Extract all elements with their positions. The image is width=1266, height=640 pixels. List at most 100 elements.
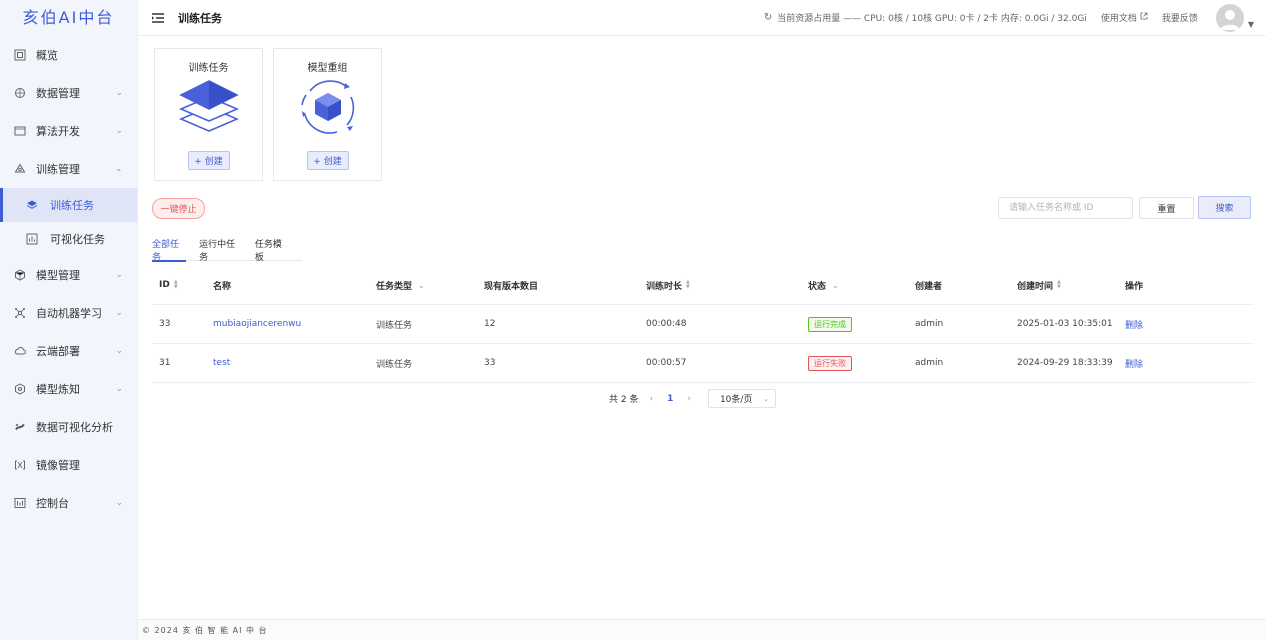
task-name-link[interactable]: mubiaojiancerenwu [206, 319, 369, 329]
docs-link[interactable]: 使用文档 [1101, 11, 1148, 24]
app-logo[interactable]: 亥伯AI中台 [0, 0, 137, 36]
chevron-up-icon: ⌄ [115, 166, 123, 176]
sidebar-subitem-visualization-tasks[interactable]: 可视化任务 [0, 222, 137, 256]
sidebar-item-label: 控制台 [36, 497, 69, 510]
avatar[interactable] [1215, 3, 1244, 32]
sidebar-item-label: 算法开发 [36, 125, 80, 138]
card-model-reorganize: 模型重组 + 创建 [273, 48, 382, 181]
table-header: ID ▲ ▼ 名称 任务类型 ⌄ 现有版本数目 训练时长 ▲ ▼ 状态 ⌄ 创建者 创建时间… [152, 266, 1254, 305]
tab-running-tasks[interactable]: 运行中任务 [199, 238, 242, 263]
card-title: 模型重组 [307, 63, 348, 74]
column-header-versions: 现有版本数目 [484, 281, 539, 292]
search-button[interactable]: 搜索 [1198, 196, 1251, 219]
sidebar-item-label: 模型管理 [36, 269, 80, 282]
sidebar-item-image-management[interactable]: 镜像管理 [0, 446, 137, 484]
page-size-select[interactable]: 10条/页 ⌄ [707, 389, 776, 408]
card-training-task: 训练任务 + 创建 [154, 48, 263, 181]
overview-icon [14, 49, 26, 61]
chevron-down-icon: ⌄ [115, 88, 123, 98]
pagination-total: 共 2 条 [609, 395, 639, 405]
quick-create-cards: 训练任务 + 创建 模型重组 + 创建 [154, 48, 382, 181]
sidebar-item-console[interactable]: 控制台 ⌄ [0, 484, 137, 522]
cell-duration: 00:00:48 [646, 319, 687, 329]
chevron-down-icon: ⌄ [115, 308, 123, 318]
task-name-link[interactable]: test [206, 358, 369, 368]
sidebar-item-model-knowledge[interactable]: 模型炼知 ⌄ [0, 370, 137, 408]
cell-creator: admin [915, 358, 944, 368]
menu-fold-icon[interactable] [152, 12, 166, 23]
tab-task-templates[interactable]: 任务模板 [255, 238, 289, 263]
sidebar-item-label: 模型炼知 [36, 383, 80, 396]
column-header-duration[interactable]: 训练时长 ▲ ▼ [639, 279, 801, 292]
column-header-created-time[interactable]: 创建时间 ▲ ▼ [1010, 279, 1118, 292]
page-size-value: 10条/页 [719, 395, 753, 405]
sort-icon[interactable]: ▲ ▼ [1057, 280, 1061, 290]
layers-icon [26, 199, 38, 211]
task-tabs: 全部任务 运行中任务 任务模板 [152, 238, 302, 263]
chevron-down-icon: ⌄ [115, 384, 123, 394]
tab-all-tasks[interactable]: 全部任务 [152, 238, 187, 263]
external-link-icon [1140, 12, 1148, 23]
sidebar-item-label: 数据可视化分析 [36, 421, 113, 434]
chevron-down-icon: ⌄ [115, 126, 123, 136]
sidebar-subitem-label: 训练任务 [50, 199, 94, 212]
delete-button[interactable]: 删除 [1118, 318, 1254, 331]
card-title: 训练任务 [188, 63, 229, 74]
sidebar-item-label: 云端部署 [36, 345, 80, 358]
feedback-link[interactable]: 我要反馈 [1162, 11, 1198, 24]
chevron-down-icon: ⌄ [115, 498, 123, 508]
filter-chevron-icon[interactable]: ⌄ [418, 281, 425, 290]
page-number[interactable]: 1 [667, 394, 673, 404]
status-badge: 运行完成 [808, 316, 852, 332]
table-row: 31 test 训练任务 33 00:00:57 运行失败 admin 2024… [152, 344, 1254, 383]
create-training-task-button[interactable]: + 创建 [187, 151, 230, 170]
column-header-type[interactable]: 任务类型 ⌄ [369, 279, 477, 292]
sidebar-item-algorithm-dev[interactable]: 算法开发 ⌄ [0, 112, 137, 150]
chevron-down-icon: ⌄ [115, 346, 123, 356]
sort-icon[interactable]: ▲ ▼ [686, 280, 690, 290]
cell-id: 31 [159, 358, 171, 368]
sidebar-item-label: 自动机器学习 [36, 307, 102, 320]
cloud-icon [14, 345, 26, 357]
resource-usage: ↻ 当前资源占用量 —— CPU: 0核 / 10核 GPU: 0卡 / 2卡 … [764, 11, 1087, 24]
sidebar-item-overview[interactable]: 概览 [0, 36, 137, 74]
column-header-actions: 操作 [1125, 281, 1144, 292]
sidebar-item-data-management[interactable]: 数据管理 ⌄ [0, 74, 137, 112]
sidebar-item-training-management[interactable]: 训练管理 ⌄ [0, 150, 137, 188]
sidebar-item-automl[interactable]: 自动机器学习 ⌄ [0, 294, 137, 332]
footer: © 2024 亥 伯 智 能 AI 中 台 [138, 619, 1266, 640]
cell-created-time: 2025-01-03 10:35:01 [1017, 319, 1113, 329]
cell-id: 33 [159, 319, 171, 329]
column-header-id[interactable]: ID ▲ ▼ [152, 280, 206, 291]
sidebar-item-label: 数据管理 [36, 87, 80, 100]
filter-chevron-icon[interactable]: ⌄ [832, 281, 839, 290]
cell-created-time: 2024-09-29 18:33:39 [1017, 358, 1113, 368]
code-icon [14, 125, 26, 137]
reset-button[interactable]: 重置 [1139, 197, 1194, 219]
sidebar-item-model-management[interactable]: 模型管理 ⌄ [0, 256, 137, 294]
sidebar-subitem-training-tasks[interactable]: 训练任务 [0, 188, 137, 222]
cell-status: 运行失败 [801, 355, 908, 371]
sidebar-item-cloud-deploy[interactable]: 云端部署 ⌄ [0, 332, 137, 370]
cell-status: 运行完成 [801, 316, 908, 332]
search-input[interactable] [998, 197, 1133, 219]
model-icon [14, 269, 26, 281]
sort-icon[interactable]: ▲ ▼ [174, 280, 178, 290]
chevron-down-icon: ⌄ [115, 270, 123, 280]
column-header-status[interactable]: 状态 ⌄ [801, 279, 908, 292]
sidebar-item-data-analysis[interactable]: 数据可视化分析 [0, 408, 137, 446]
refresh-icon[interactable]: ↻ [764, 12, 772, 23]
create-model-reorganize-button[interactable]: + 创建 [306, 151, 349, 170]
delete-button[interactable]: 删除 [1118, 357, 1254, 370]
prev-page-icon[interactable]: ‹ [649, 394, 653, 404]
console-icon [14, 497, 26, 509]
next-page-icon[interactable]: › [687, 394, 691, 404]
sidebar-item-label: 镜像管理 [36, 459, 80, 472]
cell-versions: 12 [484, 319, 496, 329]
caret-down-icon[interactable]: ▼ [1248, 20, 1254, 29]
top-header: 训练任务 ↻ 当前资源占用量 —— CPU: 0核 / 10核 GPU: 0卡 … [138, 0, 1266, 36]
analysis-icon [14, 421, 26, 433]
cell-duration: 00:00:57 [646, 358, 687, 368]
column-header-name: 名称 [213, 281, 232, 292]
stop-all-button[interactable]: 一键停止 [152, 198, 205, 219]
